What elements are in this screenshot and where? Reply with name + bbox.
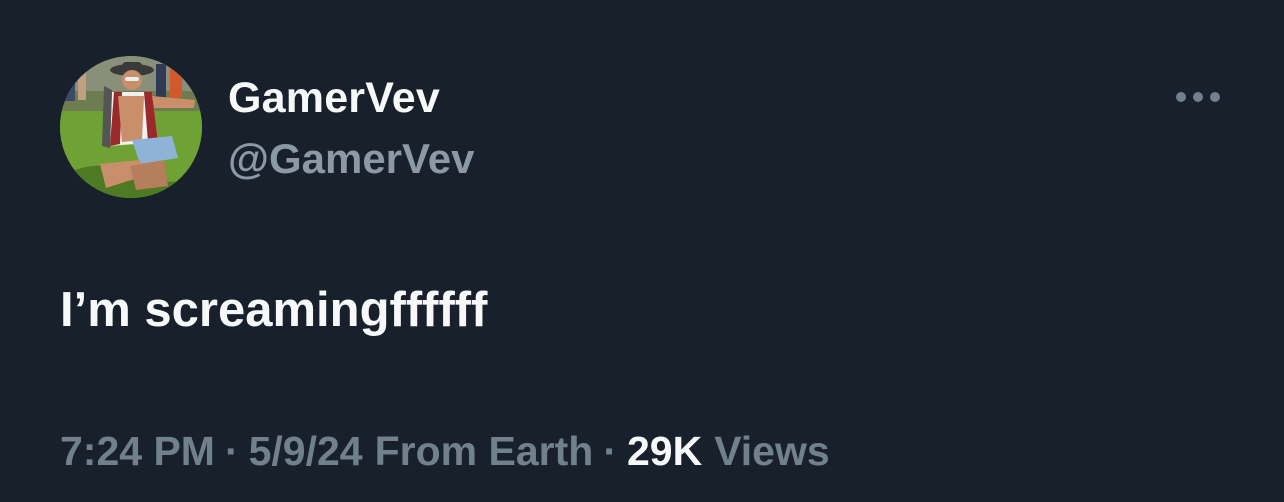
avatar-image [60,56,202,198]
tweet-source: From Earth [374,428,594,474]
tweet-time[interactable]: 7:24 PM [60,428,215,475]
avatar[interactable] [60,56,202,198]
more-horizontal-icon[interactable] [1175,86,1221,108]
display-name[interactable]: GamerVev [228,74,440,123]
views-label: Views [714,428,830,474]
tweet-text: I’m screamingffffff [60,283,488,337]
separator-dot: · [224,428,239,474]
tweet-detail: GamerVev @GamerVev I’m screamingffffff 7… [0,0,1284,502]
separator-dot: · [603,428,617,474]
user-handle[interactable]: @GamerVev [228,135,474,183]
views-count: 29K [626,428,703,474]
tweet-date[interactable]: 5/9/24 [249,428,363,475]
tweet-metadata: 7:24 PM · 5/9/24 From Earth · 29K Views [60,428,830,475]
